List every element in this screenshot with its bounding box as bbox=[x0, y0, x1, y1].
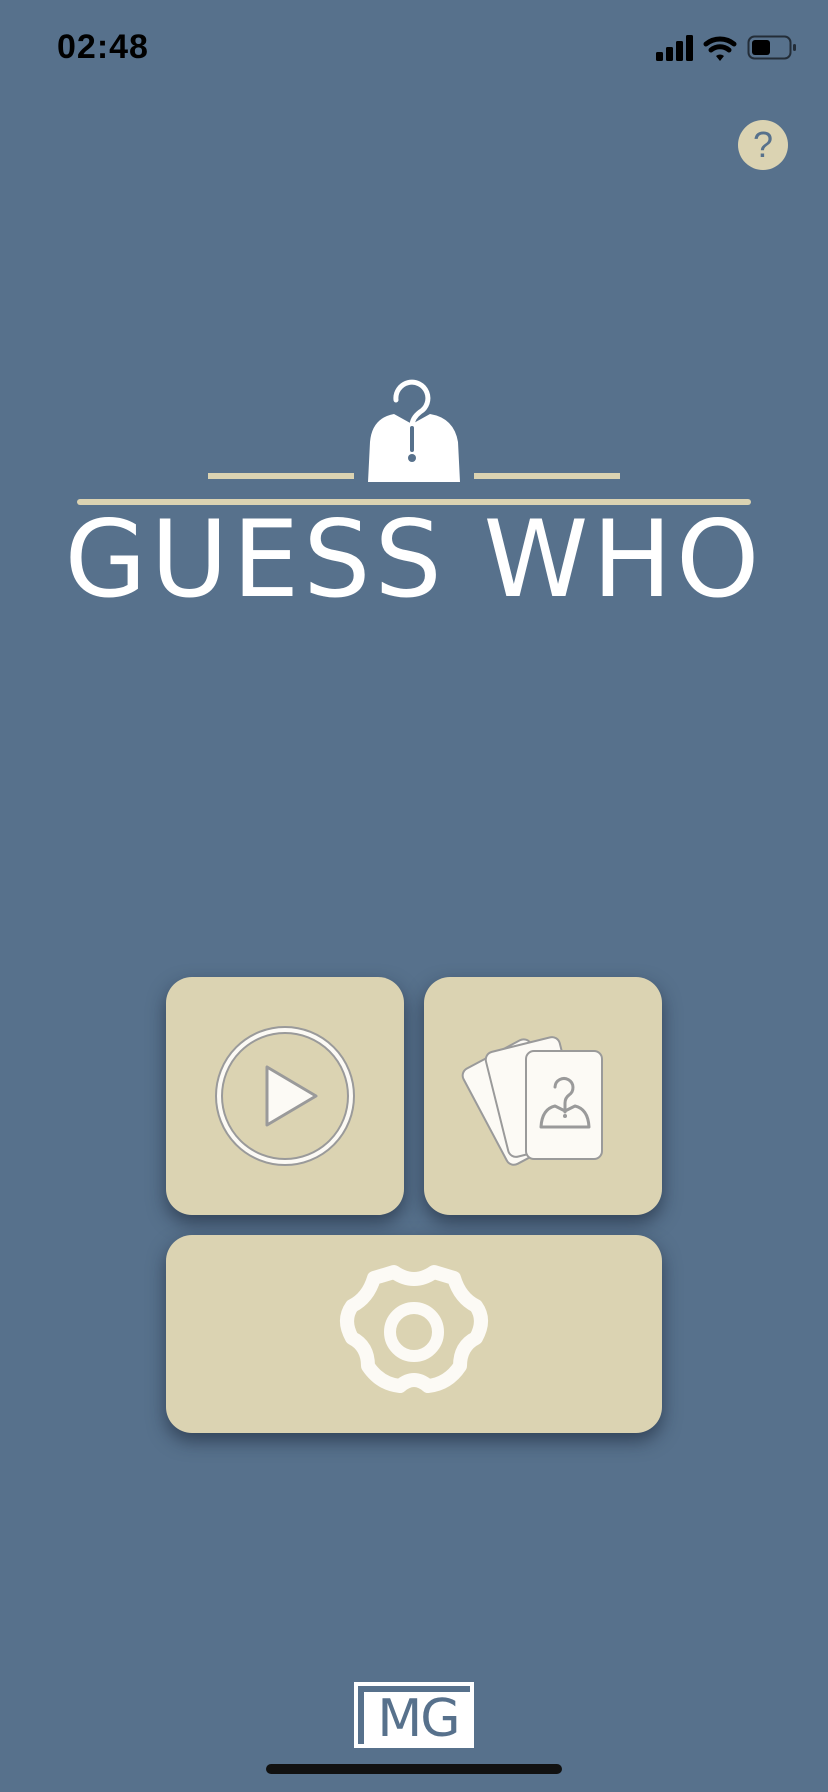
gear-icon bbox=[340, 1265, 488, 1393]
cards-button[interactable] bbox=[424, 977, 662, 1215]
play-button[interactable] bbox=[166, 977, 404, 1215]
question-icon: ? bbox=[752, 124, 774, 165]
status-icons bbox=[656, 34, 796, 64]
cards-icon bbox=[461, 1036, 603, 1166]
home-indicator[interactable] bbox=[266, 1764, 562, 1774]
settings-button[interactable] bbox=[166, 1235, 662, 1433]
status-bar: 02:48 bbox=[0, 0, 828, 100]
app-logo: GUESS WHO bbox=[0, 370, 828, 630]
brand-logo: MG bbox=[354, 1682, 474, 1748]
status-time: 02:48 bbox=[57, 28, 149, 66]
help-button[interactable]: ? bbox=[738, 120, 788, 170]
signal-icon bbox=[656, 35, 693, 61]
battery-icon bbox=[747, 35, 796, 60]
play-icon bbox=[215, 1026, 355, 1166]
brand-text: MG bbox=[364, 1692, 472, 1746]
app-title: GUESS WHO bbox=[64, 498, 764, 621]
person-question-icon bbox=[368, 379, 460, 482]
wifi-icon bbox=[703, 36, 737, 61]
